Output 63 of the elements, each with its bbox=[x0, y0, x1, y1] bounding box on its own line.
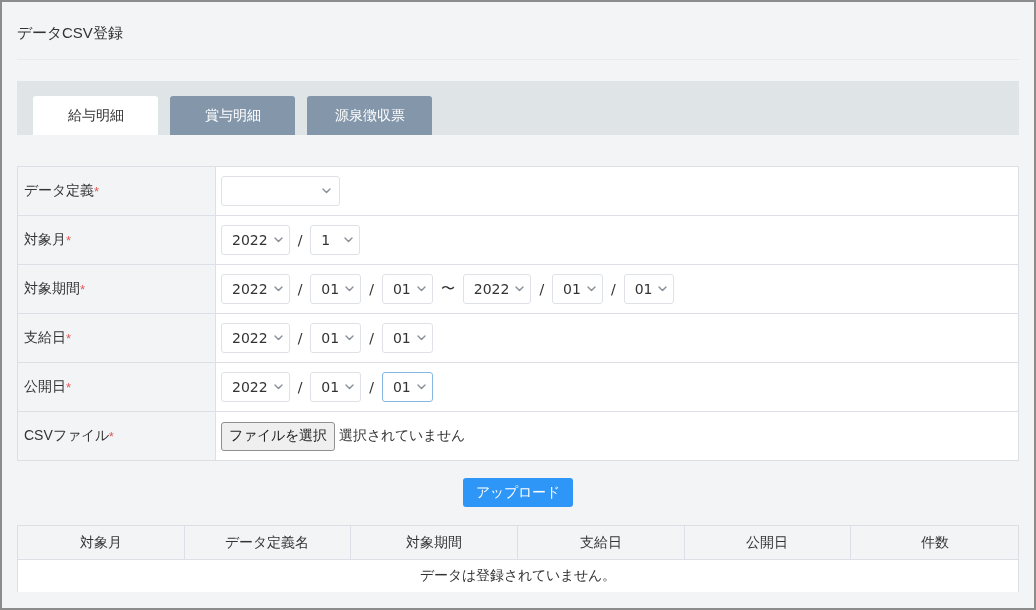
page-title: データCSV登録 bbox=[17, 23, 123, 43]
field-label: 対象月 bbox=[24, 231, 66, 249]
dropdown[interactable]: 01 bbox=[310, 323, 362, 353]
field-label: 支給日 bbox=[24, 329, 66, 347]
chevron-down-icon bbox=[416, 335, 426, 341]
dropdown[interactable]: 01 bbox=[381, 323, 433, 353]
column-header: 件数 bbox=[851, 526, 1018, 559]
field-label: 公開日 bbox=[24, 378, 66, 396]
separator-text: 〜 bbox=[440, 280, 455, 298]
column-header: 対象期間 bbox=[351, 526, 518, 559]
column-header: データ定義名 bbox=[184, 526, 352, 559]
chevron-down-icon bbox=[345, 335, 355, 341]
dropdown[interactable]: 01 bbox=[552, 274, 603, 304]
chevron-down-icon bbox=[273, 384, 283, 390]
dropdown[interactable]: 01 bbox=[381, 372, 433, 402]
choose-file-button[interactable]: ファイルを選択 bbox=[221, 421, 335, 451]
tab[interactable]: 給与明細 bbox=[33, 96, 158, 135]
empty-message: データは登録されていません。 bbox=[420, 567, 616, 585]
column-header: 対象月 bbox=[18, 526, 185, 559]
field-label: データ定義 bbox=[24, 182, 94, 200]
chevron-down-icon bbox=[416, 384, 426, 390]
separator-text: / bbox=[297, 379, 303, 395]
column-header: 公開日 bbox=[684, 526, 852, 559]
dropdown[interactable]: 01 bbox=[310, 274, 362, 304]
separator-text: / bbox=[610, 281, 616, 297]
separator-text: / bbox=[369, 330, 374, 346]
chevron-down-icon bbox=[273, 237, 283, 243]
separator-text: / bbox=[297, 330, 303, 346]
column-header: 支給日 bbox=[518, 526, 685, 559]
dropdown[interactable] bbox=[221, 176, 340, 206]
dropdown[interactable]: 2022 bbox=[221, 225, 290, 255]
separator-text: / bbox=[369, 281, 374, 297]
required-mark: * bbox=[66, 232, 72, 248]
dropdown[interactable]: 01 bbox=[623, 274, 675, 304]
required-mark: * bbox=[80, 281, 86, 297]
chevron-down-icon bbox=[658, 286, 668, 292]
field-label: 対象期間 bbox=[24, 280, 80, 298]
dropdown[interactable]: 01 bbox=[381, 274, 433, 304]
chevron-down-icon bbox=[273, 286, 283, 292]
dropdown[interactable]: 2022 bbox=[221, 323, 290, 353]
separator-text: / bbox=[369, 379, 374, 395]
dropdown[interactable]: 2022 bbox=[462, 274, 532, 304]
required-mark: * bbox=[108, 428, 114, 444]
dropdown[interactable]: 01 bbox=[310, 372, 362, 402]
chevron-down-icon bbox=[345, 286, 355, 292]
separator-text: / bbox=[297, 281, 303, 297]
separator-text: / bbox=[539, 281, 545, 297]
dropdown[interactable]: 2022 bbox=[221, 274, 290, 304]
required-mark: * bbox=[66, 379, 72, 395]
chevron-down-icon bbox=[515, 286, 525, 292]
field-label: CSVファイル bbox=[24, 427, 109, 445]
dropdown[interactable]: 1 bbox=[310, 225, 361, 255]
separator-text: / bbox=[297, 232, 303, 248]
chevron-down-icon bbox=[416, 286, 426, 292]
required-mark: * bbox=[66, 330, 72, 346]
chevron-down-icon bbox=[345, 384, 355, 390]
required-mark: * bbox=[94, 183, 100, 199]
chevron-down-icon bbox=[586, 286, 596, 292]
dropdown[interactable]: 2022 bbox=[221, 372, 290, 402]
chevron-down-icon bbox=[273, 335, 283, 341]
chevron-down-icon bbox=[322, 188, 331, 194]
chevron-down-icon bbox=[344, 237, 354, 243]
file-status-text: 選択されていません bbox=[339, 427, 465, 445]
